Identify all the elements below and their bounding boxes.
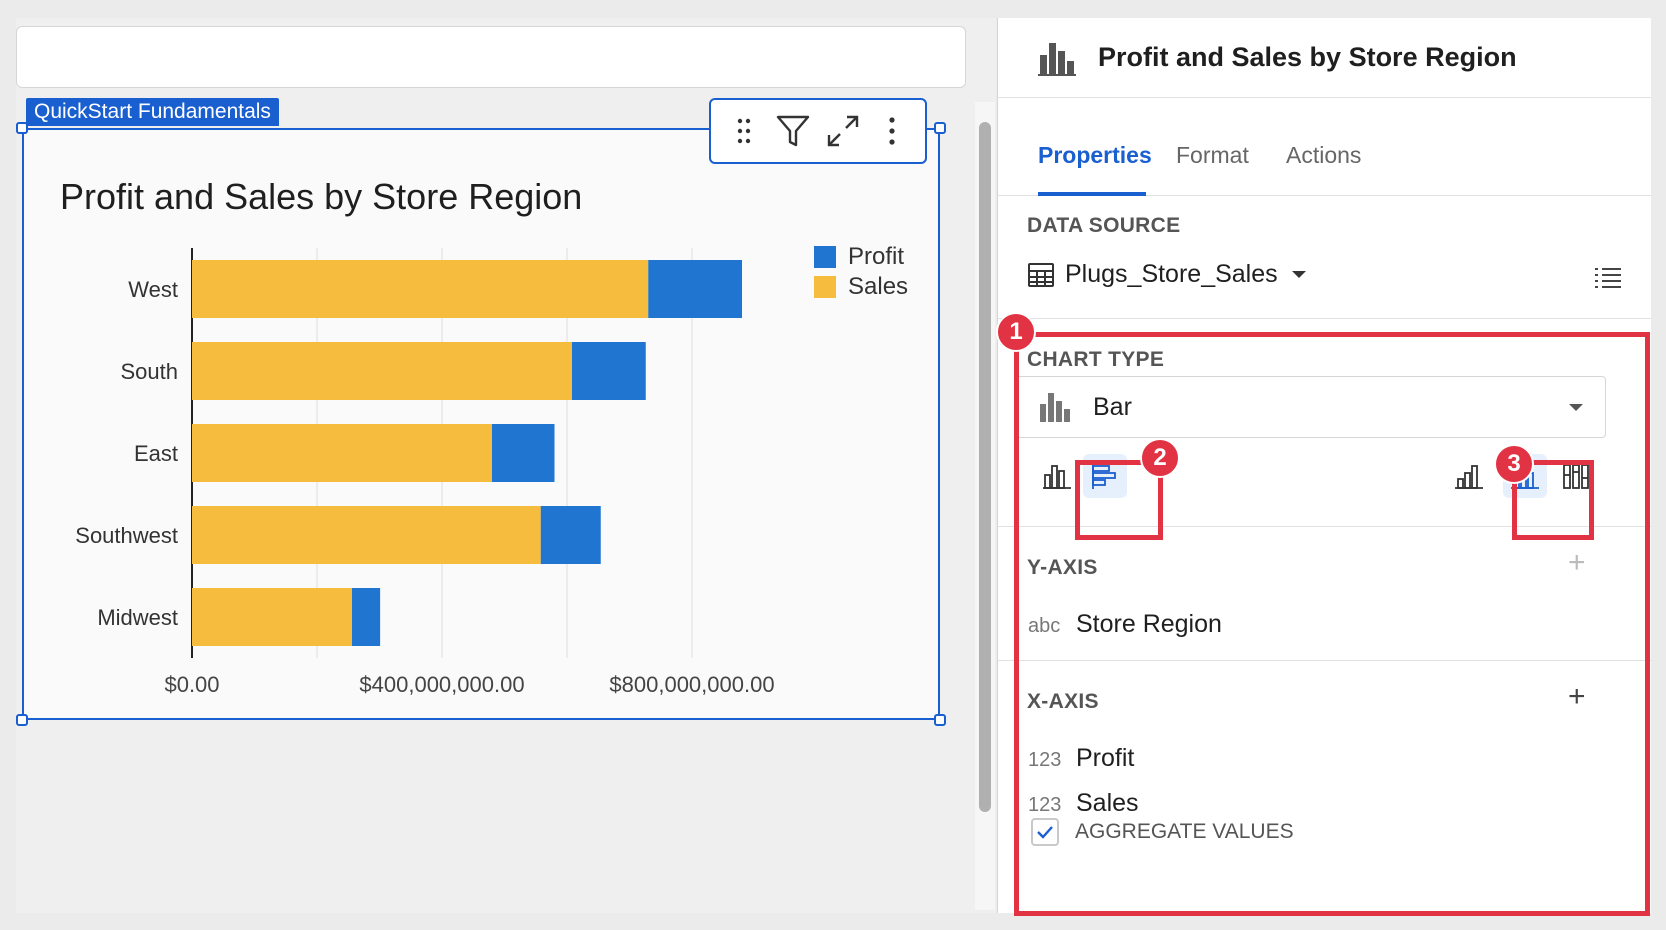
drag-handle-icon[interactable]	[722, 109, 766, 153]
bar-sales	[192, 506, 541, 564]
bar-profit	[352, 588, 381, 646]
bar-sales	[192, 588, 352, 646]
bar-sales	[192, 424, 492, 482]
chart-legend: Profit Sales	[814, 242, 908, 302]
workbook-canvas: QuickStart Fundamentals Profit and Sales…	[16, 18, 996, 913]
bar-profit	[492, 424, 555, 482]
header-text-element[interactable]	[16, 26, 966, 88]
bar-profit	[648, 260, 742, 318]
tab-format[interactable]: Format	[1176, 142, 1249, 169]
tab-actions[interactable]: Actions	[1286, 142, 1361, 169]
x-tick-label: $400,000,000.00	[359, 672, 524, 697]
annotation-badge-1: 1	[996, 312, 1036, 352]
filter-icon[interactable]	[771, 109, 815, 153]
panel-tabs: Properties Format Actions	[998, 98, 1651, 196]
divider	[998, 318, 1651, 319]
bar-chart: West South East Southwest Midwest $0.00 $400,0…	[75, 248, 775, 697]
legend-swatch-sales	[814, 276, 836, 298]
canvas-scrollbar-thumb[interactable]	[979, 122, 991, 812]
table-icon	[1028, 262, 1054, 287]
category-label: Southwest	[75, 523, 178, 548]
annotation-badge-2: 2	[1140, 438, 1180, 478]
panel-header: Profit and Sales by Store Region	[998, 18, 1651, 98]
x-tick-label: $800,000,000.00	[609, 672, 774, 697]
bar-profit	[572, 342, 646, 400]
bar-sales	[192, 260, 649, 318]
bar-chart-icon	[1038, 42, 1076, 76]
data-source-name: Plugs_Store_Sales	[1065, 260, 1278, 288]
expand-icon[interactable]	[821, 109, 865, 153]
x-tick-label: $0.00	[164, 672, 219, 697]
list-icon[interactable]	[1594, 266, 1622, 290]
chart-element[interactable]: Profit and Sales by Store Region West Sou…	[16, 122, 946, 726]
category-label: West	[128, 277, 178, 302]
bar-sales	[192, 342, 572, 400]
legend-item-profit: Profit	[814, 242, 908, 272]
legend-label-profit: Profit	[848, 243, 905, 270]
bar-profit	[540, 506, 601, 564]
element-toolbar	[709, 98, 927, 164]
tab-properties[interactable]: Properties	[1038, 142, 1152, 169]
legend-swatch-profit	[814, 246, 836, 268]
panel-title: Profit and Sales by Store Region	[1098, 42, 1517, 72]
chevron-down-icon	[1291, 271, 1306, 278]
category-label: South	[121, 359, 179, 384]
annotation-box-1	[1014, 332, 1650, 916]
element-tag: QuickStart Fundamentals	[26, 98, 279, 126]
annotation-badge-3: 3	[1494, 444, 1534, 484]
category-label: Midwest	[97, 605, 178, 630]
legend-label-sales: Sales	[848, 273, 909, 300]
canvas-scrollbar[interactable]	[975, 102, 995, 910]
data-source-label: DATA SOURCE	[1027, 214, 1181, 237]
data-source-selector[interactable]: Plugs_Store_Sales	[1027, 260, 1306, 289]
legend-item-sales: Sales	[814, 272, 908, 302]
more-icon[interactable]	[870, 109, 914, 153]
active-tab-indicator	[1038, 192, 1146, 196]
category-label: East	[134, 441, 178, 466]
